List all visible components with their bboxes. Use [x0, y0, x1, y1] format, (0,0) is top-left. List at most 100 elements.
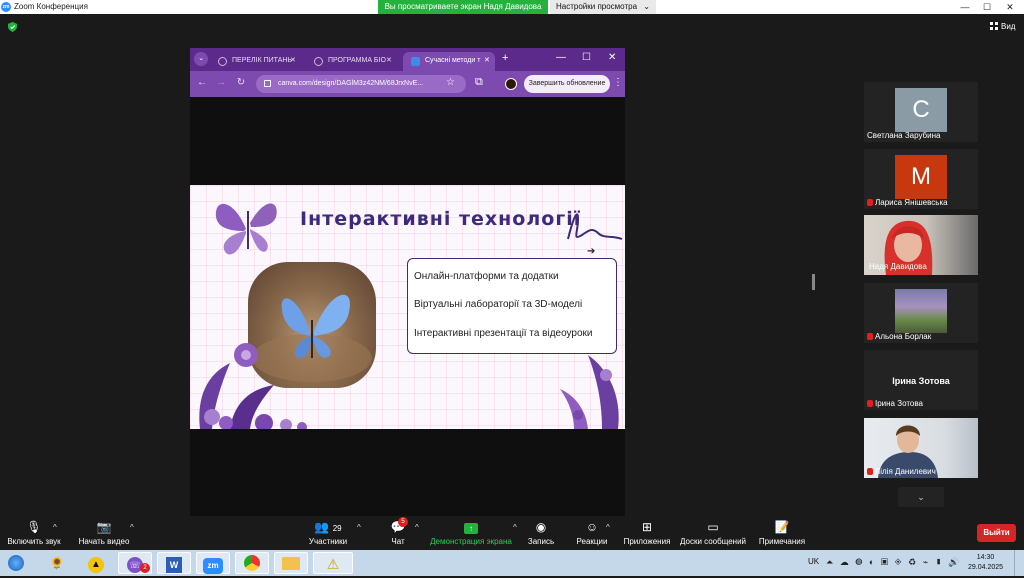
participant-tile[interactable]: Альона Борлак	[864, 283, 978, 343]
participants-button[interactable]: 👥 29 Участники	[304, 520, 352, 546]
system-clock[interactable]: 14:30 29.04.2025	[968, 553, 1003, 573]
participants-label: Участники	[308, 537, 348, 546]
finish-update-button[interactable]: Завершить обновление	[524, 75, 610, 93]
system-tray-icons[interactable]: ⏶ ☁ ◍ ◐ ▣ ◈ ♻ ⌁ ▮ 🔊	[826, 557, 962, 568]
whiteboards-button[interactable]: ▭ Доски сообщений	[678, 520, 748, 546]
mic-muted-icon	[867, 333, 873, 340]
participant-name: Ірина Зотова	[867, 399, 923, 408]
chat-unread-badge: 5	[398, 517, 408, 527]
globe-icon	[218, 57, 227, 66]
participant-name-label: Надя Давидова	[869, 262, 927, 271]
browser-menu-icon[interactable]: ⋮	[613, 77, 623, 88]
start-video-button[interactable]: 📷 Начать видео	[74, 520, 134, 546]
tab-close-icon[interactable]: ✕	[386, 56, 392, 64]
keyboard-language[interactable]: UK	[808, 557, 819, 566]
slide-item: Онлайн-платформи та додатки	[414, 271, 559, 282]
participant-name-label: Ірина Зотова	[875, 399, 923, 408]
chat-caret-icon[interactable]: ^	[415, 523, 419, 532]
avatar: С	[895, 88, 947, 132]
browser-tabbar: ⌄ ПЕРЕЛІК ПИТАНЬ ✕ ПРОГРАММА БІО ✕ Сучас…	[190, 48, 625, 71]
start-button-icon[interactable]	[2, 552, 30, 574]
view-options-dropdown[interactable]: Настройки просмотра ⌄	[550, 0, 656, 14]
browser-close-icon[interactable]: ✕	[608, 52, 616, 63]
chevron-down-icon: ⌄	[917, 492, 925, 502]
video-options-caret-icon[interactable]: ^	[130, 523, 134, 532]
participants-count: 29	[332, 524, 342, 533]
close-button[interactable]: ✕	[999, 0, 1021, 14]
app-icon-plants[interactable]: 🌻	[40, 552, 74, 574]
alert-app-icon[interactable]: ⚠	[313, 552, 353, 574]
browser-navbar: ← → ↻ canva.com/design/DAGlM3z42NM/68Jrx…	[190, 71, 625, 97]
maximize-button[interactable]: ☐	[976, 0, 998, 14]
participant-tile[interactable]: Ірина Зотова Ірина Зотова	[864, 350, 978, 410]
apps-button[interactable]: ⊞ Приложения	[620, 520, 674, 546]
slide-title: Інтерактивні технології	[300, 208, 582, 230]
tab-close-icon[interactable]: ✕	[290, 56, 296, 64]
participant-name-label: Светлана Зарубина	[867, 131, 941, 140]
panel-resize-handle[interactable]	[812, 274, 815, 290]
participant-photo	[895, 289, 947, 333]
participant-tile[interactable]: Лілія Данилевич	[864, 418, 978, 478]
share-screen-button[interactable]: ↑ Демонстрация экрана	[428, 520, 514, 546]
share-banner: Вы просматриваете экран Надя Давидова	[378, 0, 548, 14]
audio-options-caret-icon[interactable]: ^	[53, 523, 57, 532]
participants-icon: 👥 29	[314, 520, 342, 534]
chat-button[interactable]: 💬 5 Чат	[380, 517, 416, 546]
grid-view-icon	[990, 22, 998, 30]
address-bar[interactable]: canva.com/design/DAGlM3z42NM/68JrxNvE...	[256, 75, 466, 93]
participant-name: Светлана Зарубина	[867, 131, 940, 140]
back-arrow-icon[interactable]: ←	[195, 77, 209, 88]
show-desktop-button[interactable]	[1014, 550, 1024, 576]
unmute-label: Включить звук	[7, 537, 61, 546]
participant-name: Альона Борлак	[867, 332, 931, 341]
reload-icon[interactable]: ↻	[234, 77, 248, 88]
notes-button[interactable]: 📝 Примечания	[754, 520, 810, 546]
minimize-button[interactable]: —	[954, 0, 976, 14]
new-tab-button[interactable]: +	[502, 52, 508, 64]
share-caret-icon[interactable]: ^	[513, 523, 517, 532]
notes-label: Примечания	[758, 537, 806, 546]
slide-arrow-icon: ➔	[587, 246, 596, 257]
record-button[interactable]: ◉ Запись	[522, 520, 560, 546]
bookmark-star-icon[interactable]: ☆	[446, 77, 455, 88]
view-button-label: Вид	[1001, 22, 1016, 31]
zoom-logo-icon: zm	[1, 2, 11, 12]
reactions-caret-icon[interactable]: ^	[606, 523, 610, 532]
scroll-participants-down-button[interactable]: ⌄	[898, 487, 944, 507]
participant-tile[interactable]: С Светлана Зарубина	[864, 82, 978, 142]
app-icon-triangle[interactable]: ▲	[79, 552, 113, 574]
browser-tab-active[interactable]: Сучасні методи т	[403, 52, 495, 71]
participant-tile-active-speaker[interactable]: Надя Давидова	[864, 215, 978, 275]
globe-icon	[314, 57, 323, 66]
tab-label: Сучасні методи т	[425, 57, 481, 64]
url-text: canva.com/design/DAGlM3z42NM/68JrxNvE...	[278, 80, 424, 87]
participant-tile[interactable]: М Лариса Янішевська	[864, 149, 978, 209]
chrome-app-icon[interactable]	[235, 552, 269, 574]
word-app-icon[interactable]: W	[157, 552, 191, 574]
profile-avatar[interactable]	[505, 78, 517, 90]
viber-app-icon[interactable]: ☏ 2	[118, 552, 152, 574]
clock-date: 29.04.2025	[968, 564, 1004, 571]
view-button[interactable]: Вид	[990, 22, 1015, 31]
security-shield-icon[interactable]	[8, 22, 17, 32]
leave-meeting-button[interactable]: Выйти	[977, 524, 1016, 542]
viber-badge: 2	[140, 563, 150, 573]
tab-search-icon[interactable]: ⌄	[194, 52, 208, 66]
forward-arrow-icon[interactable]: →	[214, 77, 228, 88]
canva-favicon-icon	[411, 57, 420, 66]
browser-maximize-icon[interactable]: ☐	[582, 52, 591, 63]
zoom-app-icon[interactable]: zm	[196, 552, 230, 574]
share-screen-label: Демонстрация экрана	[430, 537, 512, 546]
whiteboards-label: Доски сообщений	[679, 537, 746, 546]
tab-label: ПЕРЕЛІК ПИТАНЬ	[232, 57, 293, 64]
slide-item: Інтерактивні презентації та відеоуроки	[414, 328, 593, 339]
apps-icon: ⊞	[641, 520, 653, 534]
video-off-icon: 📷	[96, 520, 112, 534]
participants-caret-icon[interactable]: ^	[357, 523, 361, 532]
extensions-icon[interactable]: ⧉	[475, 76, 483, 89]
browser-minimize-icon[interactable]: —	[556, 52, 566, 63]
file-explorer-icon[interactable]	[274, 552, 308, 574]
tab-close-icon[interactable]: ✕	[484, 56, 490, 64]
windows-taskbar: 🌻 ▲ ☏ 2 W zm ⚠ UK ⏶ ☁ ◍ ◐ ▣ ◈ ♻ ⌁ ▮ 🔊 14…	[0, 550, 1024, 576]
participant-name: Лариса Янішевська	[867, 198, 948, 207]
